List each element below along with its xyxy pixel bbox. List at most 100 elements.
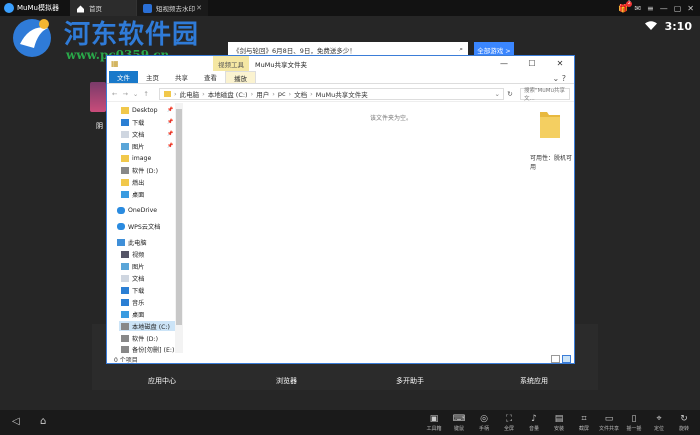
mail-icon[interactable]: ✉: [634, 4, 641, 13]
drive-icon: [121, 345, 129, 353]
scrollbar-thumb[interactable]: [176, 109, 182, 325]
tool-screenshot[interactable]: ⌗ 截屏: [573, 413, 595, 432]
tab-watermark-label: 短视频去水印: [156, 5, 195, 13]
maximize-icon[interactable]: ▢: [674, 4, 682, 13]
emulator-window: MuMu模拟器 首页 短视频去水印 ✕ 🎁 2 ✉ ≡ — ▢ ✕ 3:10 河…: [0, 0, 700, 435]
tool-volume[interactable]: ♪ 音量: [523, 413, 545, 432]
search-icon[interactable]: ⌕: [459, 45, 463, 54]
ribbon-tab-view[interactable]: 查看: [196, 71, 225, 83]
menu-icon[interactable]: ≡: [647, 4, 654, 13]
tool-gamepad[interactable]: ◎ 手柄: [473, 413, 495, 432]
nav-item-pc-documents[interactable]: 文档: [121, 273, 144, 283]
tool-toolbox[interactable]: ▣ 工具箱: [423, 413, 445, 432]
gamepad-icon: ◎: [480, 414, 488, 424]
quick-access-folder-icon[interactable]: ▦: [111, 59, 123, 69]
nav-item-onedrive[interactable]: OneDrive: [117, 205, 157, 215]
file-list-area[interactable]: 该文件夹为空。 可用性：脱机可用: [185, 103, 573, 353]
explorer-title: MuMu共享文件夹: [255, 60, 307, 69]
document-icon: [121, 130, 129, 138]
nav-item-backup-e[interactable]: 备份[勿删] (E:): [121, 344, 174, 354]
details-view-icon[interactable]: [551, 355, 560, 363]
breadcrumb-mumu-share[interactable]: MuMu共享文件夹: [316, 89, 368, 99]
nav-item-desktop[interactable]: Desktop: [121, 105, 158, 115]
nav-item-pc-pictures[interactable]: 图片: [121, 261, 144, 271]
refresh-icon[interactable]: ↻: [504, 90, 516, 98]
nav-item-drive-d[interactable]: 软件 (D:): [121, 165, 158, 175]
folder-icon: [121, 154, 129, 162]
close-tab-icon[interactable]: ✕: [196, 4, 202, 12]
nav-item-software-d[interactable]: 软件 (D:): [121, 333, 158, 343]
nav-buttons: ← → ⌄ ↑: [107, 90, 159, 98]
nav-item-folder[interactable]: 燃出: [121, 177, 144, 187]
ribbon-tab-share[interactable]: 共享: [167, 71, 196, 83]
home-nav-icon[interactable]: ⌂: [40, 416, 46, 427]
computer-icon: [117, 238, 125, 246]
nav-scrollbar[interactable]: [175, 103, 183, 353]
breadcrumb-documents[interactable]: 文档: [294, 89, 307, 99]
nav-item-desktop-cn[interactable]: 桌面: [121, 189, 144, 199]
document-icon: [121, 274, 129, 282]
drive-icon: [121, 334, 129, 342]
back-arrow-icon[interactable]: ←: [112, 90, 117, 98]
explorer-minimize-icon[interactable]: —: [490, 59, 518, 68]
nav-item-wps-cloud[interactable]: WPS云文档: [117, 221, 160, 231]
tool-file-share[interactable]: ▭ 文件共享: [598, 413, 620, 432]
nav-item-this-pc[interactable]: 此电脑: [117, 237, 147, 247]
address-dropdown-icon[interactable]: ⌄: [495, 90, 500, 98]
video-tools-context-tab[interactable]: 视频工具: [213, 56, 249, 71]
nav-item-music[interactable]: 音乐: [121, 297, 144, 307]
nav-item-pc-desktop[interactable]: 桌面: [121, 309, 144, 319]
tool-install[interactable]: ▤ 安装: [548, 413, 570, 432]
recent-chevron-icon[interactable]: ⌄: [133, 90, 138, 98]
breadcrumb-this-pc[interactable]: 此电脑: [180, 89, 200, 99]
minimize-icon[interactable]: —: [660, 4, 668, 13]
dock-system-apps[interactable]: 系统应用: [520, 376, 548, 386]
apk-icon: ▤: [554, 414, 564, 424]
nav-item-downloads[interactable]: 下载: [121, 117, 144, 127]
nav-item-image[interactable]: image: [121, 153, 151, 163]
nav-item-videos[interactable]: 视频: [121, 249, 144, 259]
dock-multi-instance[interactable]: 多开助手: [396, 376, 424, 386]
address-bar[interactable]: › 此电脑 › 本地磁盘 (C:) › 用户 › pc › 文档 › MuMu共…: [159, 88, 504, 100]
breadcrumb-pc[interactable]: pc: [278, 90, 286, 98]
gift-icon[interactable]: 🎁 2: [618, 0, 633, 13]
nav-item-pictures[interactable]: 图片: [121, 141, 144, 151]
nav-item-local-disk-c[interactable]: 本地磁盘 (C:): [119, 321, 175, 331]
nav-item-pc-downloads[interactable]: 下载: [121, 285, 144, 295]
breadcrumb-local-disk[interactable]: 本地磁盘 (C:): [208, 89, 248, 99]
mumu-logo-icon: [4, 3, 14, 13]
ribbon-tab-play[interactable]: 播放: [225, 71, 256, 83]
tool-location[interactable]: ⌖ 定位: [648, 413, 670, 432]
folder-small-icon: [164, 91, 171, 97]
notification-count: 2: [626, 0, 633, 7]
app-icon: [143, 3, 152, 13]
toolbox-icon: ▣: [429, 414, 439, 424]
ribbon-tab-file[interactable]: 文件: [109, 71, 138, 83]
ribbon-tab-home[interactable]: 主页: [138, 71, 167, 83]
dock-browser[interactable]: 浏览器: [276, 376, 297, 386]
tool-fullscreen[interactable]: ⛶ 全屏: [498, 413, 520, 432]
shake-icon: ▯: [631, 414, 637, 424]
explorer-titlebar: ▦ 视频工具 MuMu共享文件夹 — ☐ ✕: [107, 56, 574, 71]
wps-cloud-icon: [117, 222, 125, 230]
help-icon[interactable]: ⌄ ?: [553, 74, 575, 83]
desktop-app-icon[interactable]: [90, 82, 106, 112]
dock-app-center[interactable]: 应用中心: [148, 376, 176, 386]
explorer-close-icon[interactable]: ✕: [546, 59, 574, 68]
tool-shake[interactable]: ▯ 摇一摇: [623, 413, 645, 432]
ribbon-tabs: 文件 主页 共享 查看 播放 ⌄ ?: [107, 71, 574, 84]
forward-arrow-icon[interactable]: →: [122, 90, 127, 98]
large-icons-view-icon[interactable]: [562, 355, 571, 363]
explorer-search-input[interactable]: 搜索"MuMu共享文...: [520, 88, 570, 102]
tool-keymouse[interactable]: ⌨ 键鼠: [448, 413, 470, 432]
back-icon[interactable]: ◁: [12, 416, 20, 427]
explorer-maximize-icon[interactable]: ☐: [518, 59, 546, 68]
close-icon[interactable]: ✕: [687, 4, 694, 13]
tool-rotate[interactable]: ↻ 旋转: [673, 413, 695, 432]
folder-icon: [121, 178, 129, 186]
up-arrow-icon[interactable]: ↑: [143, 90, 148, 98]
folder-icon[interactable]: [538, 108, 562, 140]
nav-item-documents[interactable]: 文档: [121, 129, 144, 139]
breadcrumb-users[interactable]: 用户: [256, 89, 269, 99]
rotate-icon: ↻: [680, 414, 688, 424]
